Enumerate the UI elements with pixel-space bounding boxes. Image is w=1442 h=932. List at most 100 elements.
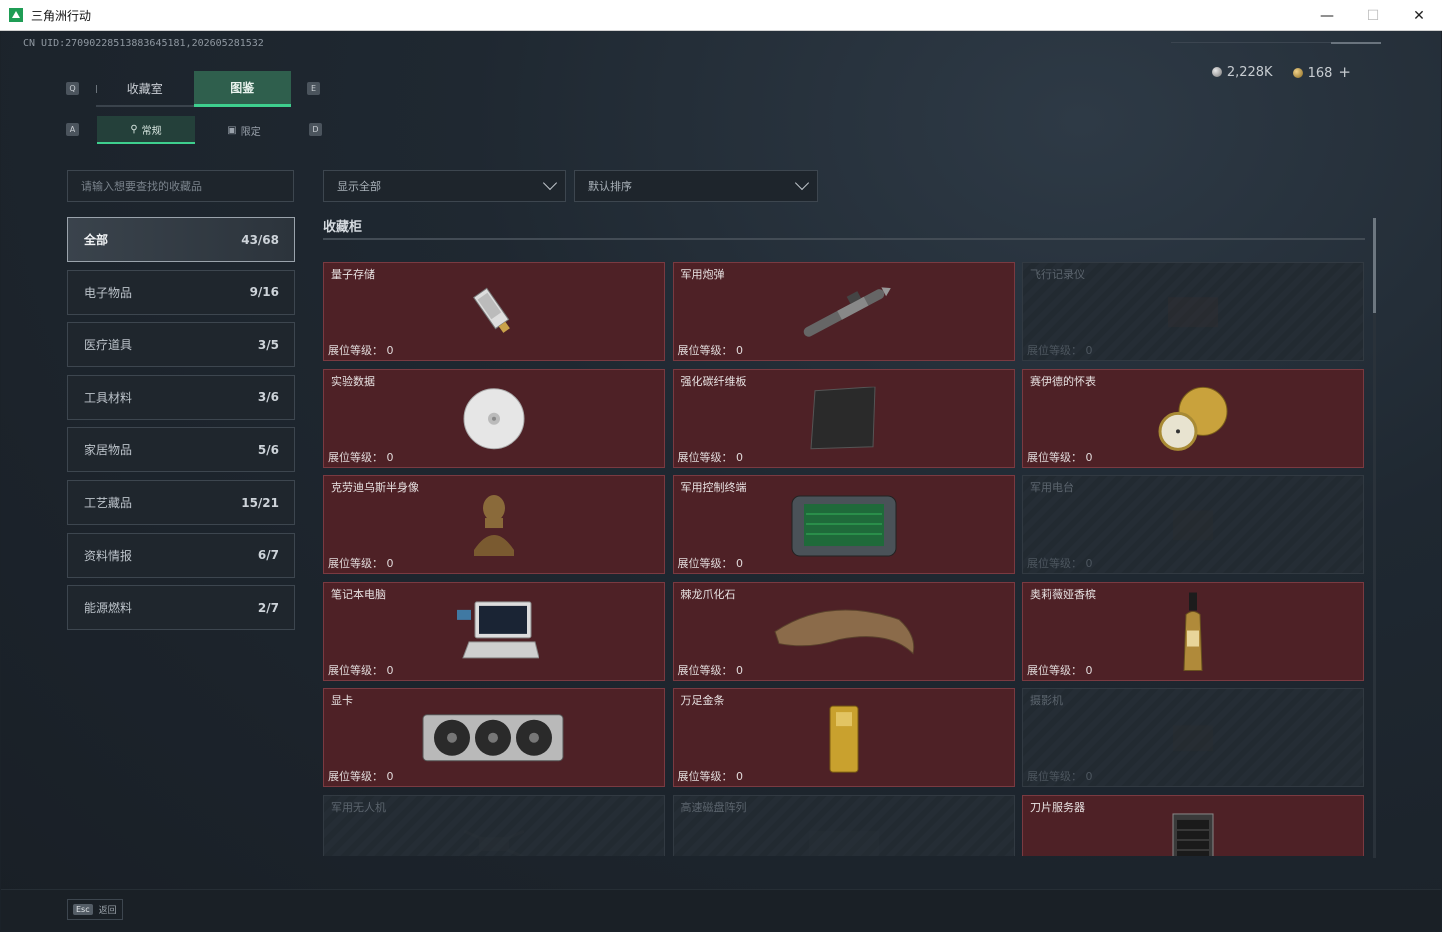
item-level: 展位等级： 0 (678, 342, 744, 358)
subtab-regular-label: 常规 (141, 125, 162, 137)
item-image (1158, 713, 1228, 767)
filter-value: 显示全部 (337, 180, 381, 193)
level-label: 展位等级： (677, 557, 733, 570)
category-label: 工艺藏品 (84, 496, 133, 510)
category-item[interactable]: 工具材料 3/6 (67, 374, 295, 420)
category-item[interactable]: 医疗道具 3/5 (67, 322, 295, 368)
section-divider (323, 238, 1365, 240)
collection-card[interactable]: 克劳迪乌斯半身像 展位等级： 0 (323, 475, 665, 574)
minimize-button[interactable]: — (1304, 0, 1350, 31)
collection-card[interactable]: 飞行记录仪 展位等级： 0 (1022, 262, 1364, 361)
currency-bar: 2,228K 168 + (1211, 63, 1351, 81)
level-label: 展位等级： (677, 344, 733, 357)
item-name: 克劳迪乌斯半身像 (331, 481, 419, 494)
item-name: 刀片服务器 (1030, 800, 1085, 814)
collection-card[interactable]: 赛伊德的怀表 展位等级： 0 (1022, 368, 1364, 468)
top-divider-accent (1331, 42, 1381, 44)
item-name: 实验数据 (331, 374, 375, 388)
collection-card[interactable]: 强化碳纤维板 展位等级： 0 (672, 368, 1015, 468)
category-count: 3/6 (257, 390, 279, 405)
category-count: 2/7 (257, 600, 279, 615)
collection-card[interactable]: 军用无人机展位等级： 0 (323, 794, 665, 856)
sort-dropdown[interactable]: 默认排序 (574, 170, 818, 202)
collection-card[interactable]: 奥莉薇娅香槟 展位等级： 0 (1022, 581, 1364, 681)
collection-card[interactable]: 棘龙爪化石 展位等级： 0 (672, 581, 1015, 681)
close-button[interactable]: ✕ (1396, 0, 1442, 31)
level-value: 0 (736, 663, 743, 677)
subtab-limited[interactable]: ▣ 限定 (195, 116, 293, 144)
window-titlebar: 三角洲行动 — ☐ ✕ (0, 0, 1442, 31)
item-name: 摄影机 (1030, 694, 1063, 707)
collection-card[interactable]: 军用电台 展位等级： 0 (1022, 475, 1364, 574)
item-level: 展位等级： 0 (1027, 768, 1093, 784)
collection-card[interactable]: 万足金条 展位等级： 0 (672, 688, 1015, 787)
chevron-down-icon (542, 175, 558, 191)
item-image (769, 602, 919, 666)
collection-grid: 量子存储 展位等级： 0 军用炮弹 展位等级： 0 飞行记录仪 展位等级： 0 实验数据 展位… (323, 246, 1368, 856)
collection-card[interactable]: 摄影机展位等级： 0 (1022, 688, 1364, 787)
collection-card[interactable]: 量子存储展位等级： 0 (323, 262, 665, 361)
tab-collection-room[interactable]: 收藏室 (96, 71, 194, 107)
back-button[interactable]: Esc 返回 (67, 899, 123, 920)
silver-currency: 2,228K (1211, 65, 1273, 80)
add-currency-icon[interactable]: + (1338, 63, 1351, 81)
category-item[interactable]: 家居物品 5/6 (67, 427, 295, 473)
window-title: 三角洲行动 (31, 8, 92, 23)
item-image (1158, 287, 1228, 341)
category-item[interactable]: 全部 43/68 (67, 217, 295, 262)
item-image (809, 386, 879, 455)
item-level: 展位等级： 0 (328, 342, 394, 358)
item-level: 展位等级： 0 (328, 768, 394, 784)
item-name: 显卡 (331, 694, 353, 707)
item-name: 军用控制终端 (680, 481, 747, 494)
category-count: 5/6 (257, 442, 279, 457)
level-label: 展位等级： (1027, 450, 1082, 464)
scrollbar-track[interactable] (1373, 218, 1376, 858)
category-item[interactable]: 电子物品 9/16 (67, 269, 295, 315)
collection-card[interactable]: 显卡展位等级： 0 (323, 688, 665, 787)
collection-card[interactable]: 刀片服务器展位等级： 0 (1022, 794, 1364, 856)
collection-card[interactable]: 高速磁盘阵列展位等级： 0 (672, 794, 1015, 856)
game-viewport: CN UID:2709022851388364518​1,20260528153… (1, 31, 1441, 930)
silver-coin-icon (1211, 66, 1222, 77)
level-value: 0 (1085, 557, 1093, 570)
item-image (419, 706, 569, 774)
gold-coin-icon (1292, 68, 1303, 78)
collection-card[interactable]: 实验数据 展位等级： 0 (323, 368, 665, 468)
app-logo-icon (9, 8, 23, 22)
item-name: 强化碳纤维板 (680, 374, 747, 388)
collection-card[interactable]: 军用控制终端 展位等级： 0 (672, 475, 1015, 574)
item-level: 展位等级： 0 (678, 449, 744, 465)
item-level: 展位等级： 0 (678, 662, 744, 678)
pin-icon: ⚲ (130, 123, 138, 135)
category-label: 医疗道具 (84, 338, 133, 353)
item-level: 展位等级： 0 (1027, 662, 1093, 678)
gold-currency[interactable]: 168 + (1292, 63, 1351, 81)
item-name: 量子存储 (331, 268, 375, 281)
item-name: 高速磁盘阵列 (680, 800, 747, 814)
esc-key-hint: Esc (73, 904, 93, 915)
window-controls: — ☐ ✕ (1304, 0, 1442, 31)
collection-card[interactable]: 军用炮弹 展位等级： 0 (672, 262, 1015, 361)
search-input[interactable]: 请输入想要查找的收藏品 (67, 170, 294, 202)
level-label: 展位等级： (328, 557, 383, 570)
scrollbar-thumb[interactable] (1373, 218, 1376, 313)
gold-amount: 168 (1307, 66, 1333, 81)
item-image (1158, 500, 1228, 554)
subtab-limited-label: 限定 (240, 126, 261, 138)
category-item[interactable]: 能源燃料 2/7 (67, 585, 295, 631)
tab-catalog[interactable]: 图鉴 (193, 71, 291, 107)
category-count: 9/16 (249, 285, 279, 300)
collection-card[interactable]: 笔记本电脑 展位等级： 0 (323, 581, 665, 681)
category-count: 43/68 (241, 232, 279, 247)
uid-text: CN UID:2709022851388364518​1,20260528153… (23, 38, 264, 49)
image-icon: ▣ (227, 124, 237, 136)
filter-dropdown[interactable]: 显示全部 (323, 170, 566, 202)
item-image (824, 702, 864, 780)
category-item[interactable]: 资料情报 6/7 (67, 532, 295, 578)
category-label: 电子物品 (84, 285, 133, 300)
item-name: 万足金条 (680, 694, 725, 707)
subtab-regular[interactable]: ⚲ 常规 (97, 116, 195, 144)
maximize-button[interactable]: ☐ (1350, 0, 1396, 31)
category-item[interactable]: 工艺藏品 15/21 (67, 480, 295, 525)
